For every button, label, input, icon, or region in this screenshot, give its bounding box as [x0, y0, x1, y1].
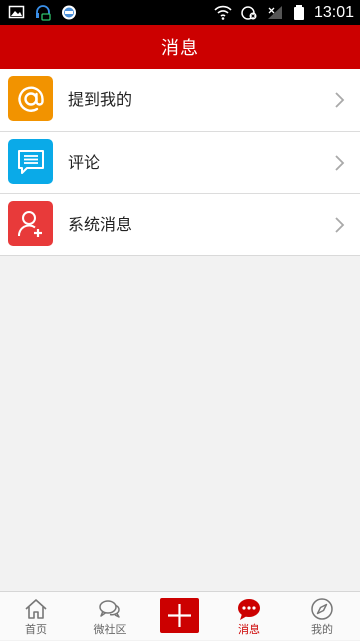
add-user-icon — [8, 201, 53, 246]
header: 消息 — [0, 25, 360, 69]
signal-icon — [266, 4, 284, 21]
list-item-comments[interactable]: 评论 — [0, 131, 360, 193]
status-bar: 13:01 — [0, 0, 360, 25]
list-item-label: 提到我的 — [68, 90, 133, 109]
nav-item-home[interactable]: 首页 — [0, 592, 72, 641]
home-icon — [24, 597, 48, 621]
add-post-button[interactable] — [160, 598, 199, 633]
bottom-nav: 首页 微社区 消息 我的 — [0, 591, 360, 640]
at-icon — [8, 76, 53, 121]
list-item-label: 评论 — [68, 153, 101, 172]
nav-item-messages[interactable]: 消息 — [213, 592, 285, 641]
image-icon — [8, 4, 26, 21]
headset-icon — [34, 4, 52, 21]
nav-label: 首页 — [25, 623, 47, 636]
alarm-icon — [240, 4, 258, 21]
battery-icon — [292, 4, 306, 21]
message-category-list: 提到我的 评论 系统消息 — [0, 69, 360, 256]
nav-item-me[interactable]: 我的 — [286, 592, 358, 641]
status-bar-right: 13:01 — [214, 3, 354, 22]
chevron-right-icon — [334, 216, 346, 234]
page-title: 消息 — [161, 38, 199, 59]
nav-label: 我的 — [311, 623, 333, 636]
nav-item-community[interactable]: 微社区 — [74, 592, 146, 641]
chat-bubbles-icon — [98, 597, 122, 621]
list-item-label: 系统消息 — [68, 215, 133, 234]
wifi-icon — [214, 4, 232, 21]
chevron-right-icon — [334, 154, 346, 172]
compass-icon — [310, 597, 334, 621]
message-icon — [237, 597, 261, 621]
nav-label: 微社区 — [93, 623, 127, 636]
comment-icon — [8, 139, 53, 184]
list-item-mentions[interactable]: 提到我的 — [0, 69, 360, 131]
status-time: 13:01 — [313, 4, 354, 21]
badge-icon — [60, 4, 78, 21]
status-bar-left — [8, 4, 78, 21]
list-item-system-messages[interactable]: 系统消息 — [0, 193, 360, 255]
plus-icon — [168, 604, 191, 627]
nav-label: 消息 — [238, 623, 260, 636]
chevron-right-icon — [334, 91, 346, 109]
